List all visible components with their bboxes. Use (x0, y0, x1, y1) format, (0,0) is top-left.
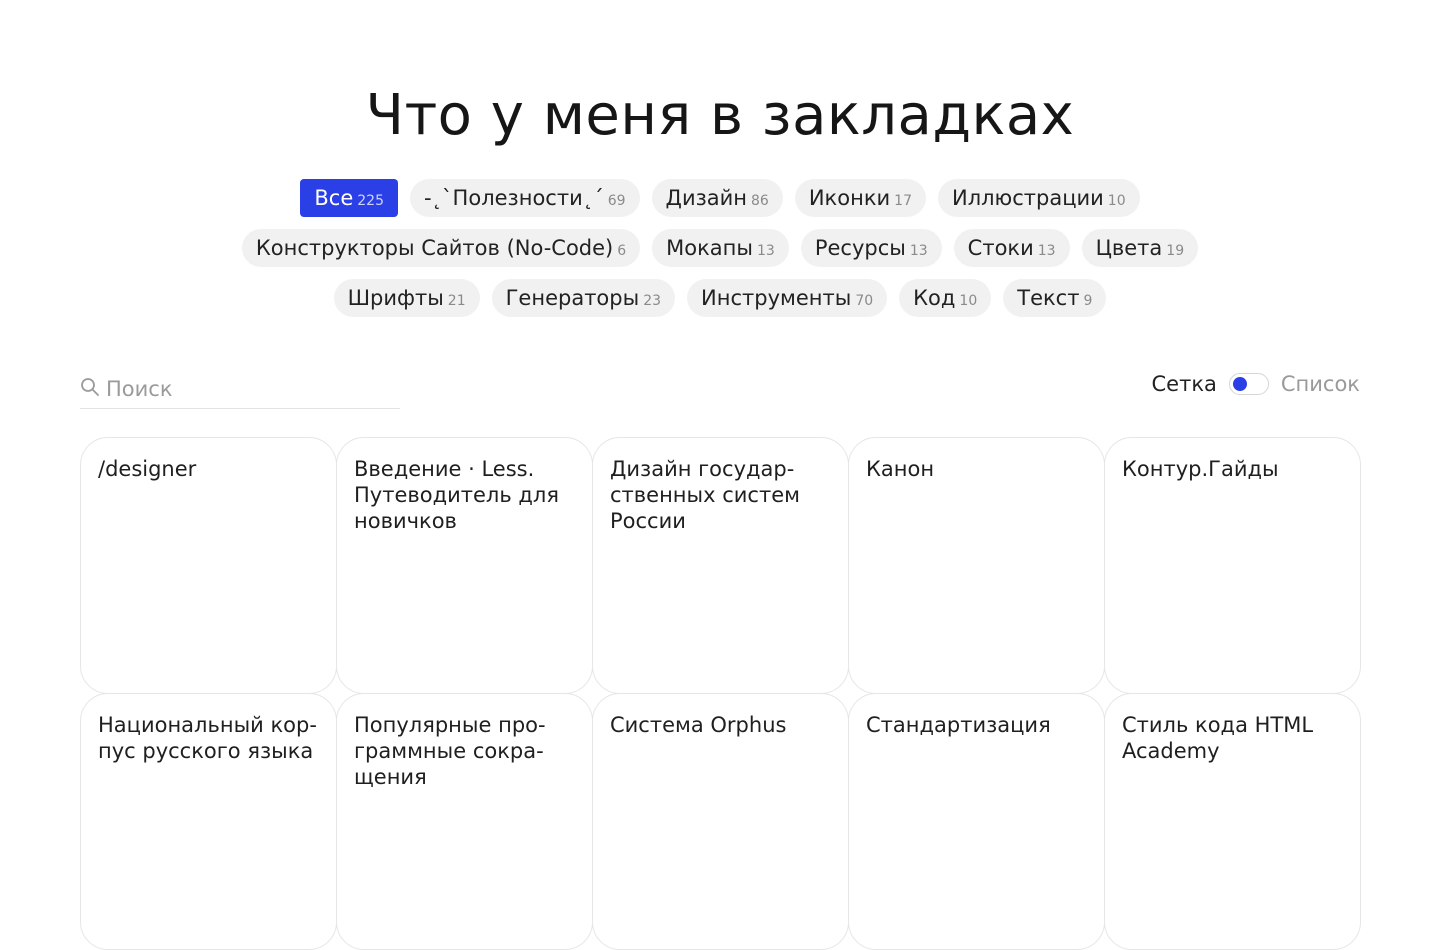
tag-filter-code[interactable]: Код 10 (899, 279, 992, 317)
tag-count: 23 (643, 293, 662, 309)
tag-filter-stocks[interactable]: Стоки 13 (953, 229, 1070, 267)
tag-filter-useful[interactable]: -˛`Полезности˛´ 69 (409, 179, 640, 217)
tag-label: Код (913, 286, 956, 310)
tag-filter-site-builders[interactable]: Конструкторы Сайтов (No-Code) 6 (241, 229, 641, 267)
tag-count: 70 (855, 293, 874, 309)
tag-label: Текст (1017, 286, 1080, 310)
bookmark-grid: /designer Введение · Less. Путеводитель … (80, 437, 1361, 950)
tag-row: Конструкторы Сайтов (No-Code) 6 Мокапы 1… (0, 229, 1440, 267)
tag-count: 69 (607, 193, 626, 209)
tag-row: Шрифты 21 Генераторы 23 Инструменты 70 К… (0, 279, 1440, 317)
tag-label: Мокапы (666, 236, 753, 260)
tag-count: 6 (617, 243, 627, 259)
tag-label: -˛`Полезности˛´ (423, 186, 604, 210)
tag-count: 10 (959, 293, 978, 309)
tag-filter-fonts[interactable]: Шрифты 21 (333, 279, 480, 317)
bookmark-card[interactable]: Контур.Гайды (1104, 437, 1361, 694)
tag-count: 21 (447, 293, 466, 309)
tag-filter-all[interactable]: Все 225 (300, 179, 398, 217)
tag-filter-text[interactable]: Текст 9 (1003, 279, 1107, 317)
tag-count: 13 (1037, 243, 1056, 259)
tag-count: 9 (1083, 293, 1093, 309)
tag-label: Иконки (808, 186, 891, 210)
tag-filter-generators[interactable]: Генераторы 23 (491, 279, 676, 317)
tag-count: 19 (1166, 243, 1185, 259)
tag-label: Конструкторы Сайтов (No-Code) (255, 236, 614, 260)
bookmark-card[interactable]: Дизайн государ-ственных систем России (592, 437, 849, 694)
tag-count: 86 (751, 193, 769, 209)
grid-view-label[interactable]: Сетка (1152, 372, 1217, 396)
tag-row: Все 225 -˛`Полезности˛´ 69 Дизайн 86 Ико… (0, 179, 1440, 217)
tag-count: 225 (357, 193, 384, 209)
bookmark-card[interactable]: /designer (80, 437, 337, 694)
bookmark-card[interactable]: Стиль кода HTML Academy (1104, 693, 1361, 950)
tag-filter-icons[interactable]: Иконки 17 (794, 179, 926, 217)
tag-count: 13 (757, 243, 775, 259)
bookmark-card[interactable]: Популярные про-граммные сокра-щения (336, 693, 593, 950)
tag-filter-design[interactable]: Дизайн 86 (651, 179, 783, 217)
tag-label: Стоки (967, 236, 1034, 260)
bookmark-card[interactable]: Национальный кор-пус русского языка (80, 693, 337, 950)
tag-label: Ресурсы (814, 236, 906, 260)
tag-filter-tools[interactable]: Инструменты 70 (687, 279, 888, 317)
tag-label: Иллюстрации (951, 186, 1104, 210)
view-switch: Сетка Список (1152, 372, 1361, 396)
search-bar (80, 370, 400, 409)
tag-count: 10 (1107, 193, 1126, 209)
bookmark-card[interactable]: Система Orphus (592, 693, 849, 950)
tag-label: Генераторы (505, 286, 640, 310)
tag-count: 17 (894, 193, 912, 209)
view-toggle[interactable] (1228, 373, 1269, 395)
tag-filter-resources[interactable]: Ресурсы 13 (800, 229, 942, 267)
tag-label: Инструменты (701, 286, 852, 310)
tag-label: Цвета (1095, 236, 1163, 260)
bookmark-card[interactable]: Стандартизация (848, 693, 1105, 950)
search-input[interactable] (106, 377, 386, 401)
tag-filter-illustrations[interactable]: Иллюстрации 10 (937, 179, 1140, 217)
toggle-knob (1232, 377, 1247, 391)
tag-filter-mockups[interactable]: Мокапы 13 (652, 229, 789, 267)
tag-label: Шрифты (347, 286, 444, 310)
tag-label: Все (314, 186, 354, 210)
search-icon (80, 377, 106, 401)
list-view-label[interactable]: Список (1281, 372, 1360, 396)
tag-count: 13 (909, 243, 928, 259)
tag-filter-colors[interactable]: Цвета 19 (1081, 229, 1199, 267)
page-title: Что у меня в закладках (365, 83, 1075, 148)
tag-label: Дизайн (665, 186, 748, 210)
bookmark-card[interactable]: Канон (848, 437, 1105, 694)
bookmark-card[interactable]: Введение · Less. Путеводитель для новичк… (336, 437, 593, 694)
